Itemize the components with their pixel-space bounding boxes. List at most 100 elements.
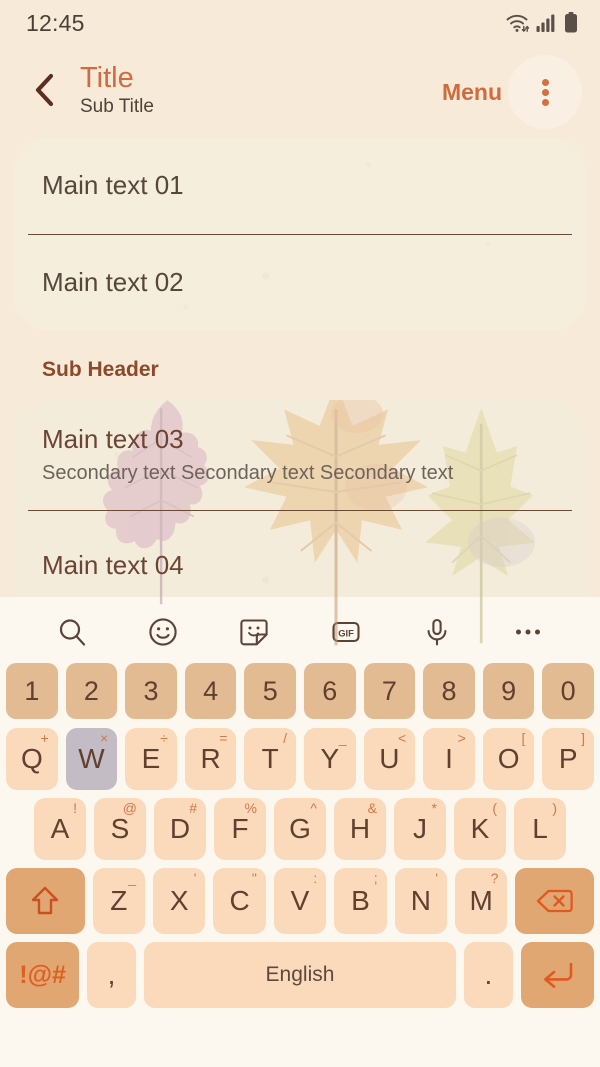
list-item[interactable]: Main text 01: [14, 138, 586, 234]
comma-key[interactable]: ,: [87, 942, 136, 1008]
key-sup-label: (: [492, 800, 497, 816]
key-l[interactable]: ) L: [514, 798, 566, 860]
key-h[interactable]: & H: [334, 798, 386, 860]
key-sup-label: :: [313, 870, 318, 886]
key-label: Z: [110, 885, 128, 916]
key-label: S: [110, 813, 130, 844]
key-sup-label: ÷: [160, 730, 168, 746]
key-k[interactable]: (K: [454, 798, 506, 860]
key-e[interactable]: ÷ E: [125, 728, 177, 790]
key-f[interactable]: % F: [214, 798, 266, 860]
list-item[interactable]: Main text 04: [14, 511, 586, 621]
status-icons: [505, 12, 578, 34]
key-u[interactable]: < U: [363, 728, 416, 790]
key-7[interactable]: 7: [363, 663, 416, 719]
key-r[interactable]: = R: [184, 728, 237, 790]
space-key[interactable]: English: [143, 942, 457, 1008]
key-c[interactable]: " C: [213, 868, 266, 934]
key-label: H: [349, 813, 371, 844]
key-1[interactable]: 1: [6, 663, 58, 719]
key-label: 7: [381, 675, 397, 706]
period-key[interactable]: .: [464, 942, 513, 1008]
overflow-dot: [541, 98, 549, 106]
key-5[interactable]: 5: [244, 663, 296, 719]
key-q[interactable]: + Q: [6, 728, 58, 790]
signal-icon: [536, 13, 557, 33]
svg-text:GIF: GIF: [338, 627, 354, 638]
key-a[interactable]: ! A: [34, 798, 86, 860]
key-label: W: [78, 743, 105, 774]
key-label: M: [469, 885, 493, 916]
key-x[interactable]: ' X: [152, 868, 206, 934]
menu-button[interactable]: Menu: [442, 79, 502, 106]
list-item-secondary-text: Secondary text Secondary text Secondary …: [42, 461, 454, 484]
key-3[interactable]: 3: [125, 663, 177, 719]
key-v[interactable]: :V: [273, 868, 327, 934]
key-o[interactable]: [O: [482, 728, 535, 790]
key-0[interactable]: 0: [542, 663, 594, 719]
key-9[interactable]: 9: [482, 663, 535, 719]
key-g[interactable]: ^ G: [274, 798, 326, 860]
key-sup-label: <: [398, 730, 407, 746]
key-label: N: [410, 885, 431, 916]
key-sup-label: >: [457, 730, 466, 746]
keyboard-row-bottom: !@# , English .: [0, 942, 600, 1008]
key-t[interactable]: / T: [244, 728, 296, 790]
key-s[interactable]: @ S: [94, 798, 146, 860]
key-label: A: [50, 813, 70, 844]
key-j[interactable]: * J: [394, 798, 446, 860]
key-label: U: [379, 743, 400, 774]
status-time: 12:45: [26, 9, 85, 36]
key-label: X: [169, 885, 189, 916]
key-2[interactable]: 2: [65, 663, 118, 719]
key-sup-label: ^: [310, 800, 317, 816]
back-button[interactable]: [24, 71, 66, 113]
key-w[interactable]: × W: [65, 728, 118, 790]
list-item[interactable]: Main text 02: [14, 235, 586, 330]
key-m[interactable]: ? M: [455, 868, 508, 934]
key-4[interactable]: 4: [184, 663, 237, 719]
key-sup-label: ": [251, 870, 257, 886]
key-label: 0: [560, 675, 576, 706]
key-sup-label: ': [193, 870, 197, 886]
key-label: 2: [83, 675, 99, 706]
key-p[interactable]: ] P: [542, 728, 594, 790]
keyboard-row-numbers: 1 2 3 4 5 6 7 8 9 0: [0, 663, 600, 719]
key-6[interactable]: 6: [304, 663, 356, 719]
card-group-1: Main text 01 Main text 02: [14, 138, 586, 330]
key-label: O: [497, 743, 520, 774]
key-sup-label: ): [552, 800, 557, 816]
key-y[interactable]: _ Y: [304, 728, 356, 790]
key-d[interactable]: # D: [154, 798, 206, 860]
key-sup-label: ×: [100, 730, 109, 746]
backspace-icon: [536, 887, 574, 915]
keyboard: GIF 1 2 3 4 5 6 7 8 9 0 + Q × W ÷ E = R …: [0, 597, 600, 1067]
key-z[interactable]: _ Z: [92, 868, 145, 934]
list-item-main-text: Main text 02: [42, 267, 184, 298]
keyboard-row-zxcv: _ Z ' X " C :V ; B ' N ? M: [0, 868, 600, 934]
key-sup-label: &: [367, 800, 377, 816]
enter-key[interactable]: [520, 942, 594, 1008]
overflow-menu-button[interactable]: [508, 55, 582, 129]
backspace-key[interactable]: [515, 868, 595, 934]
key-sup-label: =: [219, 730, 228, 746]
page-subtitle: Sub Title: [80, 96, 154, 118]
key-label: I: [445, 743, 453, 774]
key-b[interactable]: ; B: [334, 868, 387, 934]
key-label: J: [413, 813, 427, 844]
key-sup-label: *: [431, 800, 437, 816]
key-label: D: [169, 813, 191, 844]
list-item[interactable]: Main text 03 Secondary text Secondary te…: [14, 400, 586, 510]
key-n[interactable]: ' N: [394, 868, 448, 934]
key-8[interactable]: 8: [423, 663, 475, 719]
key-sup-label: /: [283, 730, 287, 746]
key-sup-label: _: [338, 730, 347, 746]
list-item-main-text: Main text 03: [42, 424, 184, 455]
key-i[interactable]: > I: [423, 728, 475, 790]
shift-key[interactable]: [5, 868, 85, 934]
shift-arrow-icon: [28, 884, 62, 918]
content-area: Main text 01 Main text 02 Sub Header Mai…: [0, 138, 600, 650]
key-label: 4: [203, 675, 219, 706]
symbols-key[interactable]: !@#: [6, 942, 80, 1008]
chevron-left-icon: [33, 73, 57, 112]
